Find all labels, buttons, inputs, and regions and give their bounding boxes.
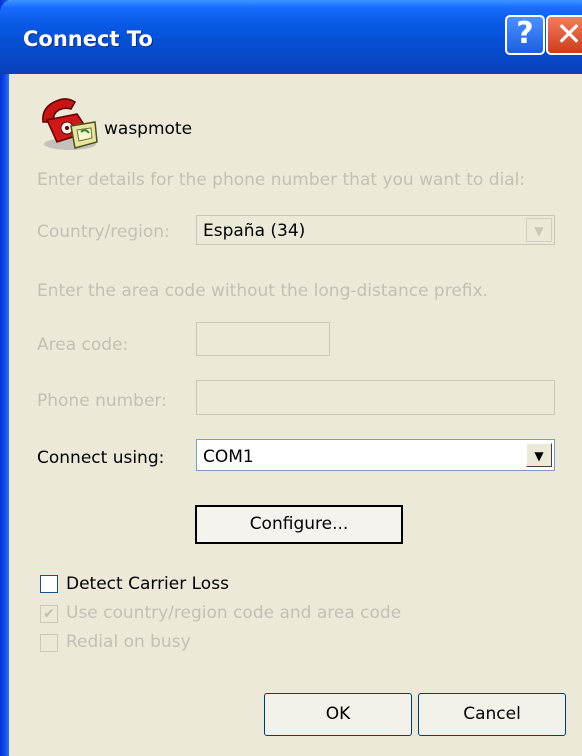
title-bar[interactable]: Connect To ? ✕ [0, 0, 582, 74]
use-country-code-label: Use country/region code and area code [66, 603, 402, 623]
detect-carrier-loss-checkbox[interactable] [40, 575, 58, 593]
connection-name: waspmote [104, 119, 193, 139]
phone-connection-icon [37, 92, 98, 152]
connect-using-select[interactable]: COM1 ▼ [196, 439, 555, 471]
phone-number-input[interactable] [196, 380, 555, 415]
redial-on-busy-checkbox[interactable] [40, 634, 58, 652]
area-instruction: Enter the area code without the long-dis… [37, 281, 488, 301]
chevron-down-icon[interactable]: ▼ [526, 443, 552, 467]
country-select[interactable]: España (34) ▼ [196, 215, 555, 245]
area-code-label: Area code: [37, 335, 129, 355]
detect-carrier-loss-label: Detect Carrier Loss [66, 574, 229, 594]
redial-on-busy-label: Redial on busy [66, 632, 191, 652]
dial-instruction: Enter details for the phone number that … [37, 170, 526, 190]
configure-button[interactable]: Configure... [195, 505, 403, 544]
use-country-code-checkbox[interactable]: ✔ [40, 605, 58, 623]
connect-using-label: Connect using: [37, 448, 165, 468]
phone-number-label: Phone number: [37, 391, 167, 411]
connect-using-value: COM1 [203, 447, 254, 467]
cancel-button[interactable]: Cancel [418, 693, 566, 736]
country-value: España (34) [203, 221, 306, 241]
close-button[interactable]: ✕ [546, 15, 582, 55]
window-frame-left [0, 0, 9, 756]
area-code-input[interactable] [196, 322, 330, 356]
chevron-down-icon[interactable]: ▼ [526, 218, 552, 242]
help-button[interactable]: ? [505, 15, 545, 55]
ok-button[interactable]: OK [264, 693, 412, 736]
country-label: Country/region: [37, 222, 170, 242]
window-title: Connect To [23, 27, 153, 51]
